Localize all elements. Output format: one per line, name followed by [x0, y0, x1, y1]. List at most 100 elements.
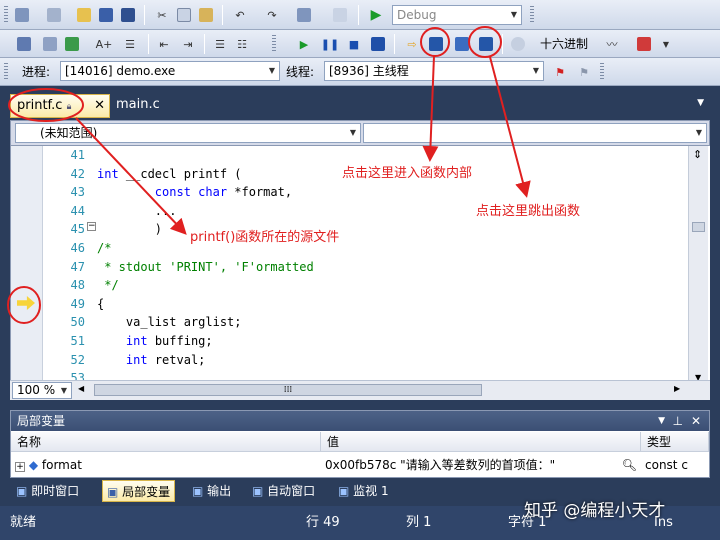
scroll-thumb[interactable]	[692, 222, 705, 232]
format-icon[interactable]	[40, 34, 60, 54]
split-icon[interactable]: ⇕	[693, 148, 702, 161]
tab-autos[interactable]: ▣ 自动窗口	[252, 480, 315, 502]
close-icon[interactable]: ✕	[691, 411, 701, 431]
indent-icon[interactable]: ⇥	[178, 34, 198, 54]
new-project-icon[interactable]	[12, 5, 32, 25]
window-icon: ▣	[107, 485, 119, 499]
annotation-step-out: 点击这里跳出函数	[476, 204, 581, 219]
close-icon[interactable]: ✕	[94, 95, 105, 117]
column-header-name[interactable]: 名称	[11, 432, 321, 452]
tab-immediate[interactable]: ▣ 即时窗口	[16, 480, 79, 502]
continue-icon[interactable]: ▶	[294, 34, 314, 54]
step-over-icon[interactable]	[452, 34, 472, 54]
uncomment-icon[interactable]: ☷	[232, 34, 252, 54]
chevron-down-icon: ▼	[695, 128, 703, 137]
break-all-icon[interactable]: ❚❚	[320, 34, 340, 54]
line-number: 42	[70, 166, 85, 181]
outdent-icon[interactable]: ⇤	[154, 34, 174, 54]
paste-icon[interactable]	[196, 5, 216, 25]
indicator-margin[interactable]	[11, 146, 43, 384]
chevron-down-icon[interactable]: ▼	[656, 34, 676, 54]
status-ready: 就绪	[10, 515, 37, 530]
format-icon[interactable]	[14, 34, 34, 54]
tab-output[interactable]: ▣ 输出	[192, 480, 231, 502]
add-item-icon[interactable]	[44, 5, 64, 25]
toolbar-grip[interactable]	[600, 63, 604, 81]
step-out-icon[interactable]	[476, 34, 496, 54]
pin-icon[interactable]: ⊥	[673, 411, 683, 431]
open-file-icon[interactable]	[74, 5, 94, 25]
line-number: 41	[70, 148, 85, 162]
thread-combo[interactable]: [8936] 主线程 ▼	[324, 61, 544, 81]
code-line[interactable]: ...	[97, 204, 177, 218]
column-header-type[interactable]: 类型	[641, 432, 709, 452]
column-header-value[interactable]: 值	[321, 432, 641, 452]
scroll-right-icon[interactable]: ▶	[674, 384, 680, 393]
code-line[interactable]: /*	[97, 241, 111, 255]
format-icon[interactable]	[62, 34, 82, 54]
tab-locals[interactable]: ▣ 局部变量	[102, 480, 176, 502]
navigate-back-icon[interactable]	[294, 5, 314, 25]
comment-icon[interactable]: ☰	[210, 34, 230, 54]
chevron-down-icon: ▼	[349, 128, 357, 137]
member-combo[interactable]: ▼	[363, 123, 707, 143]
locals-value-cell[interactable]: 0x00fb578c "请输入等差数列的首项值：" 🔍︎	[321, 455, 641, 475]
code-line[interactable]: )	[97, 222, 162, 236]
code-line[interactable]: int retval;	[97, 353, 205, 367]
tab-watch-1[interactable]: ▣ 监视 1	[338, 480, 389, 502]
undo-icon[interactable]: ↶	[230, 5, 250, 25]
copy-icon[interactable]	[174, 5, 194, 25]
code-line[interactable]: int buffing;	[97, 334, 213, 348]
expand-icon[interactable]: +	[15, 462, 25, 472]
line-number: 48	[70, 278, 85, 293]
restart-icon[interactable]	[368, 34, 388, 54]
start-debug-icon[interactable]: ▶	[366, 5, 386, 25]
watermark: 知乎 @编程小天才	[524, 501, 666, 521]
thread-icon[interactable]: 〰	[602, 34, 622, 54]
toolbar-grip[interactable]	[530, 6, 534, 24]
stop-debug-icon[interactable]: ■	[344, 34, 364, 54]
hex-display-icon[interactable]	[508, 34, 528, 54]
vertical-scrollbar[interactable]: ⇕ ▼	[688, 146, 708, 384]
flag-all-icon[interactable]: ⚑	[574, 62, 594, 82]
scroll-thumb[interactable]: ⁞⁞⁞	[94, 384, 482, 396]
process-combo[interactable]: [14016] demo.exe ▼	[60, 61, 280, 81]
cut-icon[interactable]: ✂	[152, 5, 172, 25]
collapse-toggle-icon[interactable]: −	[87, 222, 96, 231]
window-menu-icon[interactable]: ▼	[658, 411, 665, 431]
redo-icon[interactable]: ↷	[262, 5, 282, 25]
toolbar-grip[interactable]	[272, 35, 276, 53]
toolbar-grip[interactable]	[4, 63, 8, 81]
font-size-icon[interactable]: A+	[94, 34, 114, 54]
flag-icon[interactable]: ⚑	[550, 62, 570, 82]
tab-printf-c[interactable]: printf.c 🔒︎ ✕	[10, 94, 110, 118]
line-number: 43	[70, 185, 85, 200]
line-number: 49	[70, 296, 85, 311]
code-line[interactable]: const char *format,	[97, 185, 292, 199]
table-row[interactable]: + ◆ format	[11, 455, 321, 475]
save-all-icon[interactable]	[118, 5, 138, 25]
code-line[interactable]: va_list arglist;	[97, 315, 242, 329]
tab-main-c[interactable]: main.c	[110, 94, 170, 118]
window-icon: ▣	[16, 484, 28, 498]
navigate-forward-icon[interactable]	[330, 5, 350, 25]
scroll-left-icon[interactable]: ◀	[78, 384, 84, 393]
code-line[interactable]: */	[97, 278, 118, 292]
code-line[interactable]: {	[97, 297, 104, 311]
solution-config-combo[interactable]: Debug ▼	[392, 5, 522, 25]
breakpoints-window-icon[interactable]	[634, 34, 654, 54]
code-line[interactable]: int __cdecl printf (	[97, 167, 242, 181]
magnifier-icon[interactable]: 🔍︎	[622, 455, 637, 475]
hex-toggle-button[interactable]: 十六进制	[540, 36, 588, 52]
list-icon[interactable]: ☰	[120, 34, 140, 54]
tab-list-dropdown-icon[interactable]: ▼	[697, 98, 704, 108]
code-line[interactable]: * stdout 'PRINT', 'F'ormatted	[97, 260, 314, 274]
toolbar-grip[interactable]	[4, 6, 8, 24]
scope-combo[interactable]: (未知范围) ▼	[15, 123, 361, 143]
zoom-combo[interactable]: 100 % ▼	[12, 382, 72, 399]
save-icon[interactable]	[96, 5, 116, 25]
show-next-statement-icon[interactable]: ⇨	[402, 34, 422, 54]
code-editor[interactable]: 41 42 int __cdecl printf ( 43 const char *f…	[10, 146, 710, 385]
step-into-icon[interactable]	[426, 34, 446, 54]
chevron-down-icon: ▼	[60, 386, 68, 395]
